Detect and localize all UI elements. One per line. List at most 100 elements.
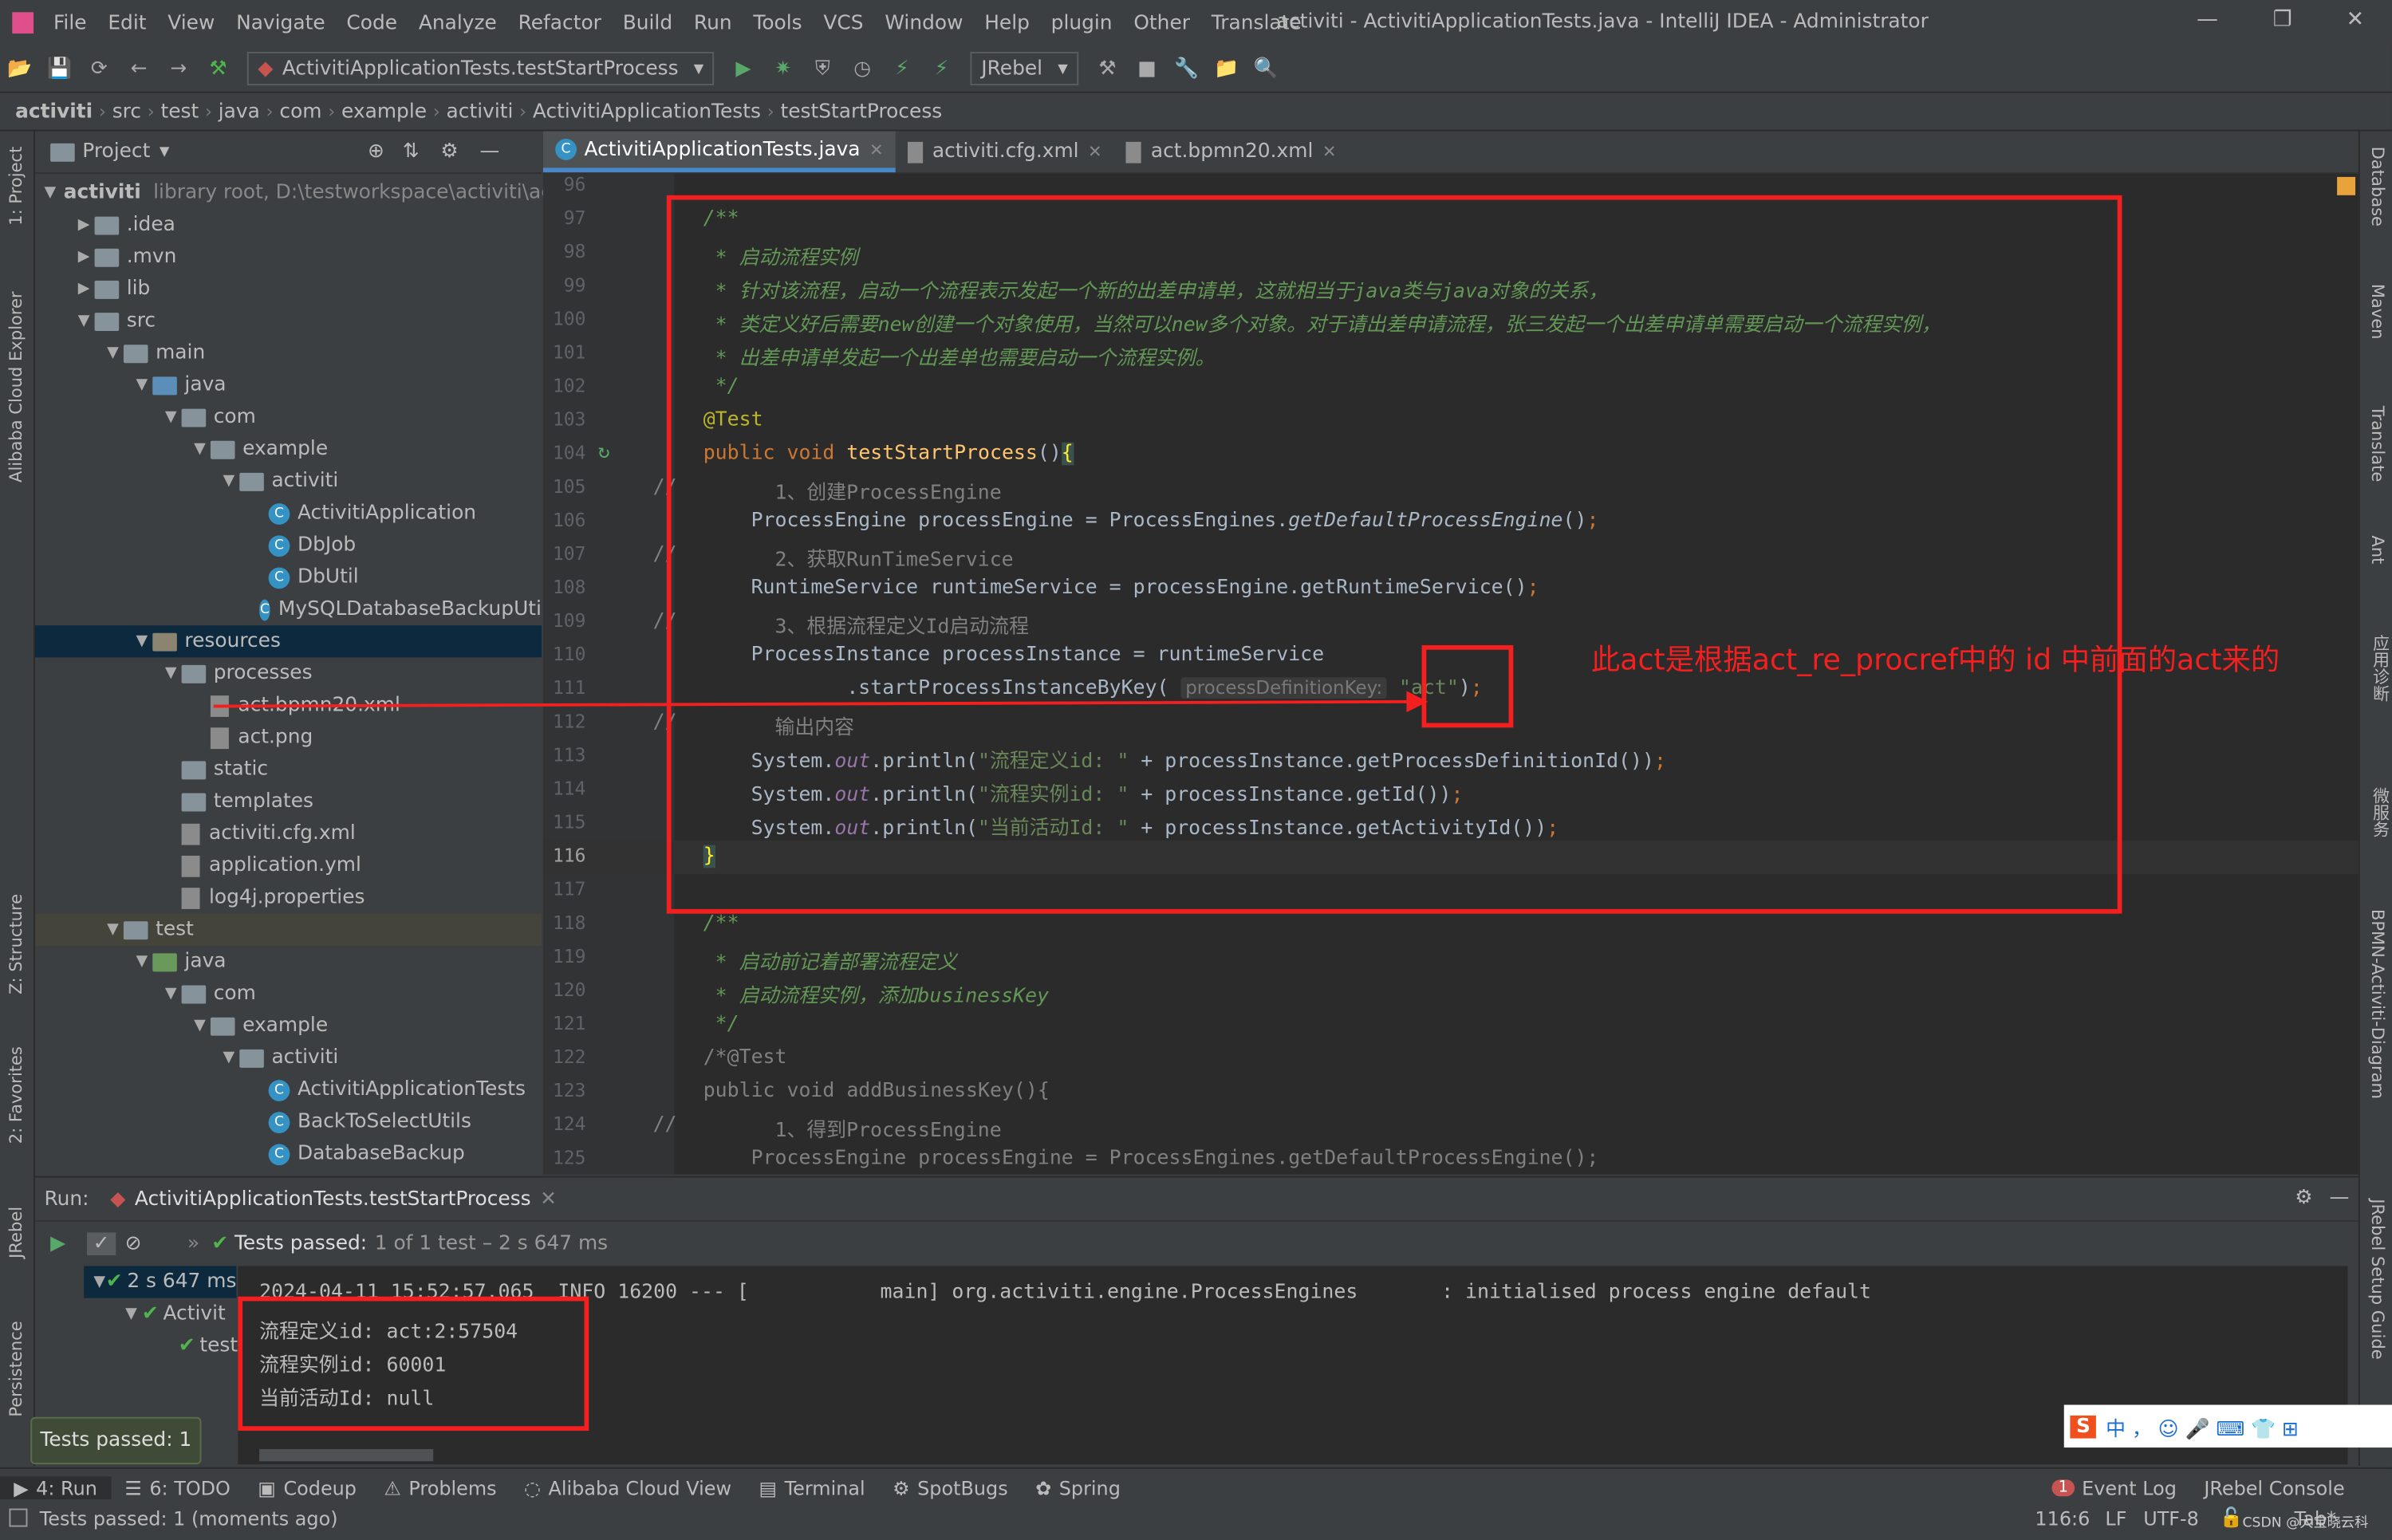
tree-item[interactable]: C ActivitiApplicationTests [35,1073,542,1105]
locate-icon[interactable]: ⊕ [368,140,384,163]
tree-item[interactable]: ▼ activiti [35,1042,542,1073]
expanded-arrow-icon[interactable]: ▼ [219,1050,240,1066]
expanded-arrow-icon[interactable]: ▼ [160,409,182,426]
debug-icon[interactable]: ✷ [766,57,800,81]
expanded-arrow-icon[interactable]: ▼ [131,376,152,393]
tool-microservice[interactable]: 微服务 [2367,787,2392,837]
breadcrumb-item[interactable]: activiti [0,100,99,123]
tree-item[interactable]: ▼ activiti [35,465,542,497]
hide-icon[interactable]: — [2330,1187,2350,1210]
jrebel-run-icon[interactable]: ⚡ [885,57,919,81]
tree-item[interactable]: log4j.properties [35,881,542,913]
minimize-button[interactable]: — [2197,8,2218,33]
tree-item[interactable]: static [35,754,542,786]
build-icon[interactable]: ⚒ [201,57,234,81]
ime-toolbar[interactable]: S 中 ， ☺ 🎤 ⌨ 👕 ⊞ [2063,1404,2392,1448]
tree-item[interactable]: C ActivitiApplication [35,498,542,530]
menu-help[interactable]: Help [974,11,1040,34]
hide-icon[interactable]: — [479,140,499,163]
show-passed-icon[interactable]: ✓ [87,1231,116,1255]
tree-item[interactable]: ▶ lib [35,273,542,305]
test-class[interactable]: ▼ ✔ Activit [84,1298,236,1330]
forward-icon[interactable]: → [162,57,195,81]
tree-item[interactable]: ▶ .mvn [35,241,542,273]
breadcrumb-item[interactable]: com [274,100,328,123]
tool-alibaba-cloud-view[interactable]: ◌ Alibaba Cloud View [510,1475,745,1499]
chevron-down-icon[interactable]: ▾ [160,140,169,163]
close-tab-icon[interactable]: ✕ [869,140,884,160]
tab-activitiapplicationtests-java[interactable]: C ActivitiApplicationTests.java ✕ [542,131,896,173]
tool-alibaba-cloud-explorer[interactable]: Alibaba Cloud Explorer [6,291,26,482]
stop-icon[interactable]: ■ [1130,57,1164,81]
horizontal-scrollbar[interactable] [259,1448,434,1462]
tree-item[interactable]: ▼ activiti library root, D:\testworkspace\… [35,177,551,209]
collapse-icon[interactable]: ⇅ [403,140,420,163]
caret-position[interactable]: 116:6 [2035,1507,2090,1530]
line-separator[interactable]: LF [2105,1507,2126,1530]
project-view-select[interactable]: Project [82,140,150,163]
menu-edit[interactable]: Edit [97,11,157,34]
tree-item[interactable]: C MySQLDatabaseBackupUti [35,593,542,625]
inspection-indicator-icon[interactable] [2337,176,2356,195]
tool-translate[interactable]: Translate [2367,406,2387,482]
menu-tools[interactable]: Tools [743,11,813,34]
menu-vcs[interactable]: VCS [813,11,874,34]
menu-other[interactable]: Other [1123,11,1200,34]
tool-favorites[interactable]: 2: Favorites [6,1046,26,1144]
breadcrumb-item[interactable]: test [155,100,205,123]
gear-icon[interactable]: ⚙ [440,140,458,163]
breadcrumb-item[interactable]: testStartProcess [774,100,948,123]
tool-structure[interactable]: Z: Structure [6,894,26,995]
tool--run[interactable]: ▶ 4: Run [0,1475,112,1499]
menu-code[interactable]: Code [336,11,408,34]
tree-item[interactable]: ▼ com [35,401,542,433]
tool--todo[interactable]: ☰ 6: TODO [111,1475,244,1499]
tree-item[interactable]: ▼ processes [35,657,542,689]
run-gutter-icon[interactable]: ↻ [598,441,610,464]
tree-item[interactable]: ▼ src [35,305,542,337]
tree-item[interactable]: C DbJob [35,530,542,561]
tree-item[interactable]: C DatabaseBackup [35,1138,542,1170]
console-output[interactable]: 2024-04-11 15:52:57.065 INFO 16200 --- [… [238,1266,2348,1465]
tree-item[interactable]: act.png [35,722,542,754]
tab-activiti-cfg-xml[interactable]: activiti.cfg.xml ✕ [896,131,1114,172]
coverage-icon[interactable]: ⛨ [806,57,839,81]
collapsed-arrow-icon[interactable]: ▶ [73,249,95,266]
run-config-select[interactable]: ◆ ActivitiApplicationTests.testStartProce… [246,52,715,86]
panel-toggle-icon[interactable] [9,1508,28,1527]
expanded-arrow-icon[interactable]: ▼ [73,313,95,329]
tree-item[interactable]: C BackToSelectUtils [35,1106,542,1138]
test-root[interactable]: ▼ ✔ 2 s 647 ms [84,1266,237,1298]
tree-item[interactable]: ▼ example [35,1010,542,1042]
menu-build[interactable]: Build [612,11,683,34]
run-tab[interactable]: ActivitiApplicationTests.testStartProces… [135,1187,531,1211]
tool-terminal[interactable]: ▤ Terminal [745,1475,879,1499]
tool-jrebel-setup[interactable]: JRebel Setup Guide [2367,1199,2387,1359]
tool-jrebel[interactable]: JRebel [6,1207,26,1258]
sync-icon[interactable]: ⟳ [82,57,116,81]
expanded-arrow-icon[interactable]: ▼ [44,184,56,201]
expanded-arrow-icon[interactable]: ▼ [219,473,240,490]
breadcrumb-item[interactable]: src [106,100,148,123]
tree-item[interactable]: C DbUtil [35,561,542,593]
tree-item[interactable]: activiti.cfg.xml [35,817,542,849]
tool-database[interactable]: Database [2367,147,2387,226]
jrebel-debug-icon[interactable]: ⚡ [925,57,959,81]
breadcrumb-item[interactable]: ActivitiApplicationTests [526,100,766,123]
tool-spring[interactable]: ✿ Spring [1022,1475,1134,1499]
tool-bpmn-diagram[interactable]: BPMN-Activiti-Diagram [2367,909,2387,1099]
close-tab-icon[interactable]: ✕ [1322,142,1337,162]
expanded-arrow-icon[interactable]: ▼ [102,921,124,938]
tree-item[interactable]: act.bpmn20.xml [35,689,542,721]
expanded-arrow-icon[interactable]: ▼ [160,665,182,682]
tool-project[interactable]: 1: Project [6,147,26,226]
tree-item[interactable]: ▼ java [35,369,542,401]
jrebel-select[interactable]: JRebel ▾ [970,52,1079,86]
menu-file[interactable]: File [43,11,97,34]
breadcrumb-item[interactable]: activiti [440,100,519,123]
menu-navigate[interactable]: Navigate [226,11,336,34]
restore-button[interactable]: ❐ [2273,8,2292,33]
gear-icon[interactable]: ⚙ [2295,1187,2312,1210]
menu-run[interactable]: Run [684,11,743,34]
breadcrumb-item[interactable]: java [212,100,266,123]
